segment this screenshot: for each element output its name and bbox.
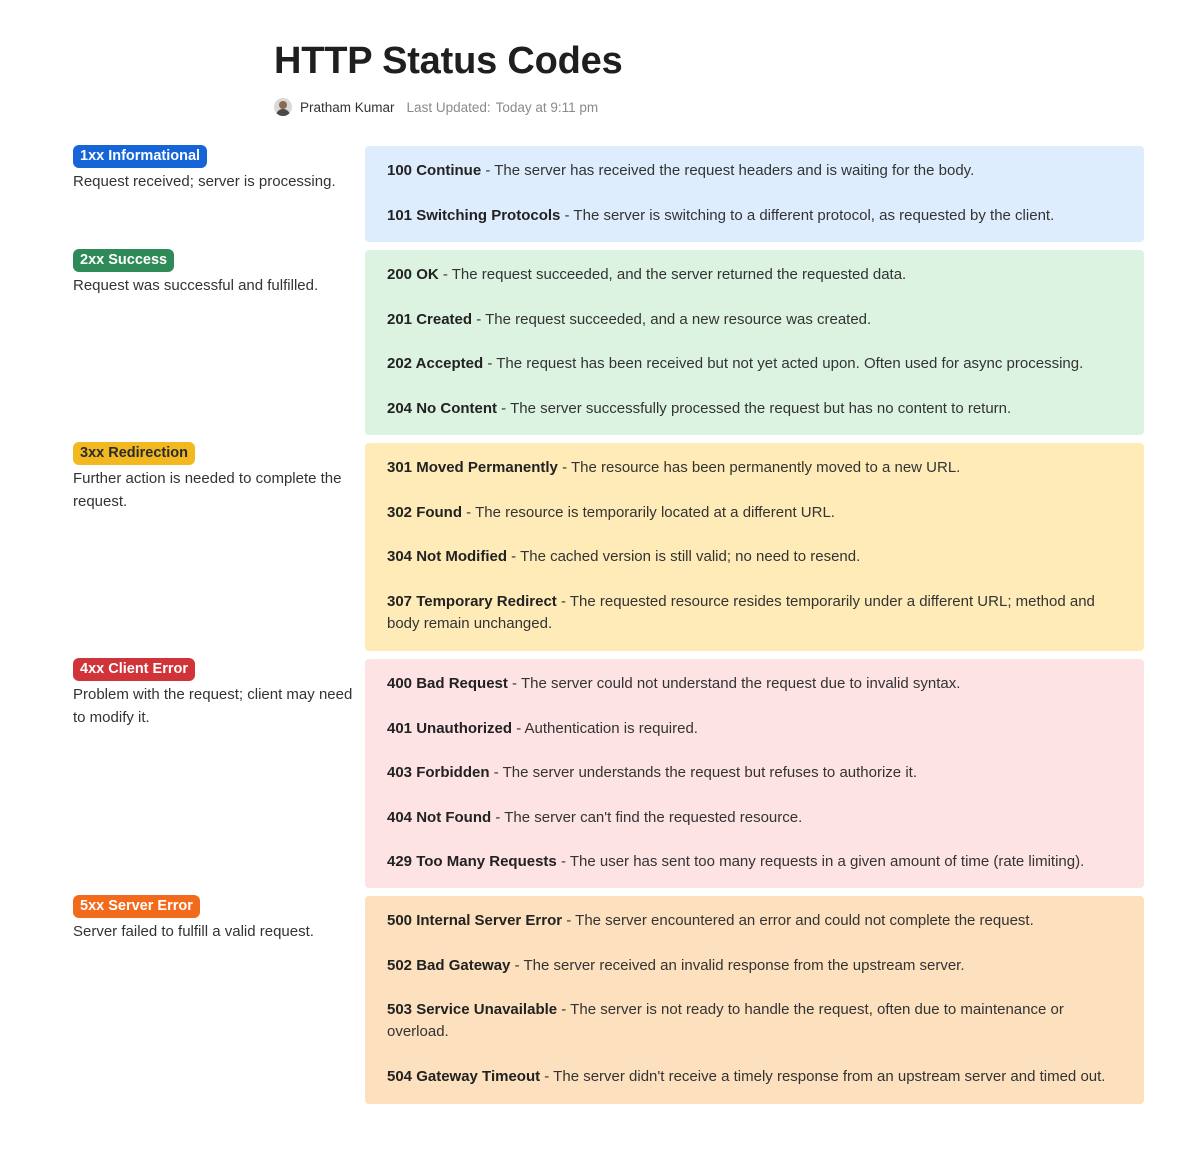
page-meta: Pratham Kumar Last Updated: Today at 9:1…: [274, 96, 598, 118]
status-code-item: 101 Switching Protocols - The server is …: [387, 205, 1122, 227]
status-code-item: 502 Bad Gateway - The server received an…: [387, 955, 1122, 977]
status-code: 403 Forbidden: [387, 764, 490, 782]
status-code-item: 403 Forbidden - The server understands t…: [387, 762, 1122, 784]
section-label: 2xx Success Request was successful and fu…: [73, 249, 353, 297]
section-label: 3xx Redirection Further action is needed …: [73, 442, 353, 513]
status-code-panel: 500 Internal Server Error - The server e…: [365, 896, 1144, 1104]
status-code: 429 Too Many Requests: [387, 853, 557, 871]
status-code-item: 204 No Content - The server successfully…: [387, 398, 1122, 420]
status-code-item: 201 Created - The request succeeded, and…: [387, 309, 1122, 331]
status-code-item: 100 Continue - The server has received t…: [387, 160, 1122, 182]
status-description: - The server understands the request but…: [489, 764, 917, 782]
status-code-panel: 301 Moved Permanently - The resource has…: [365, 443, 1144, 651]
section-label: 5xx Server Error Server failed to fulfill…: [73, 895, 353, 943]
status-code: 101 Switching Protocols: [387, 206, 561, 224]
status-code: 201 Created: [387, 310, 473, 328]
status-code-panel: 400 Bad Request - The server could not u…: [365, 659, 1144, 888]
status-code: 400 Bad Request: [387, 675, 508, 692]
status-code-panel: 200 OK - The request succeeded, and the …: [365, 250, 1144, 435]
status-code: 503 Service Unavailable: [387, 1001, 558, 1019]
category-description: Problem with the request; client may nee…: [73, 686, 353, 726]
category-description: Further action is needed to complete the…: [73, 470, 342, 510]
author-name[interactable]: Pratham Kumar: [300, 100, 395, 115]
status-description: - The server received an invalid respons…: [510, 956, 965, 974]
status-code-item: 504 Gateway Timeout - The server didn't …: [387, 1066, 1122, 1088]
status-code-item: 301 Moved Permanently - The resource has…: [387, 457, 1122, 479]
status-description: - The server successfully processed the …: [497, 399, 1012, 417]
status-code-item: 500 Internal Server Error - The server e…: [387, 910, 1122, 932]
category-description: Server failed to fulfill a valid request…: [73, 923, 314, 940]
status-code: 302 Found: [387, 503, 463, 521]
category-badge: 5xx Server Error: [73, 895, 200, 918]
status-code: 200 OK: [387, 266, 439, 283]
status-code-item: 304 Not Modified - The cached version is…: [387, 546, 1122, 568]
status-code-item: 429 Too Many Requests - The user has sen…: [387, 851, 1122, 873]
section-label: 1xx Informational Request received; serve…: [73, 145, 353, 193]
avatar[interactable]: [274, 98, 292, 116]
status-description: - The resource is temporarily located at…: [462, 503, 835, 521]
status-code-panel: 100 Continue - The server has received t…: [365, 146, 1144, 242]
status-description: - The server is switching to a different…: [560, 206, 1055, 224]
last-updated-value: Today at 9:11 pm: [495, 99, 599, 115]
status-description: - The cached version is still valid; no …: [507, 548, 861, 566]
status-code: 202 Accepted: [387, 355, 484, 373]
status-code: 204 No Content: [387, 399, 498, 417]
status-code: 304 Not Modified: [387, 548, 508, 566]
status-code-item: 307 Temporary Redirect - The requested r…: [387, 591, 1122, 635]
status-code-item: 200 OK - The request succeeded, and the …: [387, 264, 1122, 286]
status-description: - The server encountered an error and co…: [562, 912, 1034, 929]
category-badge: 3xx Redirection: [73, 442, 195, 465]
status-code: 502 Bad Gateway: [387, 956, 511, 974]
status-code-item: 503 Service Unavailable - The server is …: [387, 999, 1122, 1043]
status-description: - The server could not understand the re…: [507, 675, 961, 692]
status-code: 500 Internal Server Error: [387, 912, 563, 929]
status-description: - The server has received the request he…: [481, 162, 975, 179]
category-description: Request received; server is processing.: [73, 173, 336, 190]
status-description: - The server didn't receive a timely res…: [540, 1067, 1106, 1085]
status-code: 307 Temporary Redirect: [387, 592, 557, 610]
status-description: - Authentication is required.: [512, 719, 698, 737]
category-badge: 2xx Success: [73, 249, 175, 272]
status-description: - The request has been received but not …: [483, 355, 1084, 373]
status-code: 504 Gateway Timeout: [387, 1067, 541, 1085]
status-description: - The request succeeded, and the server …: [438, 266, 907, 283]
status-description: - The resource has been permanently move…: [557, 459, 961, 476]
status-description: - The request succeeded, and a new resou…: [472, 310, 872, 328]
status-code: 404 Not Found: [387, 808, 492, 826]
status-code: 401 Unauthorized: [387, 719, 513, 737]
status-description: - The user has sent too many requests in…: [556, 853, 1085, 871]
status-description: - The server can't find the requested re…: [491, 808, 803, 826]
status-code-item: 400 Bad Request - The server could not u…: [387, 673, 1122, 695]
category-badge: 4xx Client Error: [73, 658, 195, 681]
last-updated-label: Last Updated:: [406, 99, 491, 115]
category-badge: 1xx Informational: [73, 145, 208, 168]
status-code-item: 404 Not Found - The server can't find th…: [387, 807, 1122, 829]
status-code: 301 Moved Permanently: [387, 459, 558, 476]
status-code-item: 302 Found - The resource is temporarily …: [387, 502, 1122, 524]
status-code-item: 401 Unauthorized - Authentication is req…: [387, 718, 1122, 740]
page-title: HTTP Status Codes: [274, 40, 623, 82]
status-code: 100 Continue: [387, 162, 482, 179]
category-description: Request was successful and fulfilled.: [73, 277, 319, 294]
status-code-item: 202 Accepted - The request has been rece…: [387, 353, 1122, 375]
section-label: 4xx Client Error Problem with the request…: [73, 658, 353, 729]
